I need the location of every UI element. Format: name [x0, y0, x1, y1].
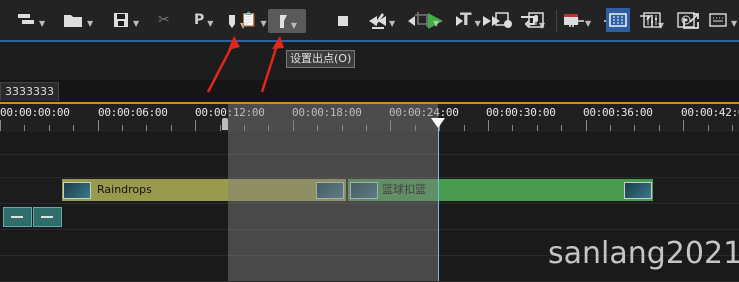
- ruler-tick: [49, 125, 50, 131]
- stop-icon: [338, 16, 348, 26]
- in-out-selection-range[interactable]: [228, 104, 438, 281]
- ruler-tick: [659, 125, 660, 131]
- chevron-down-icon[interactable]: ▼: [475, 19, 481, 28]
- ruler-tick: [732, 125, 733, 131]
- save-button[interactable]: ▼: [112, 9, 139, 31]
- clip-thumbnail: [624, 182, 652, 199]
- in-point-marker[interactable]: [222, 118, 228, 130]
- ruler-label: 00:00:30:00: [486, 106, 556, 119]
- ruler-tick: [488, 120, 489, 131]
- chevron-down-icon[interactable]: ▼: [133, 19, 139, 28]
- pen-button[interactable]: ▼: [370, 9, 395, 31]
- ruler-tick: [634, 125, 635, 131]
- mixer-icon: [643, 12, 661, 28]
- chevron-down-icon[interactable]: ▼: [87, 19, 93, 28]
- ruler-tick: [171, 125, 172, 131]
- effects-icon: [677, 12, 695, 28]
- divider: [556, 10, 557, 32]
- track-mode-icon: [18, 14, 34, 24]
- cut-button[interactable]: ✂: [158, 9, 170, 31]
- open-folder-button[interactable]: ▼: [62, 9, 93, 31]
- microphone-icon: [528, 12, 544, 28]
- ruler-tick: [537, 125, 538, 131]
- ruler-tick: [464, 125, 465, 131]
- keyboard-button[interactable]: ▼: [708, 9, 737, 31]
- chapter-icon: [564, 14, 578, 25]
- ruler-tick: [708, 125, 709, 131]
- ruler-label: 00:00:00:00: [0, 106, 70, 119]
- ruler-label: 00:00:06:00: [98, 106, 168, 119]
- keyboard-icon: [709, 13, 727, 27]
- ruler-tick: [561, 125, 562, 131]
- clip-label: Raindrops: [97, 183, 152, 196]
- save-icon: [114, 13, 128, 27]
- ruler-tick: [73, 125, 74, 131]
- audio-clip[interactable]: [33, 207, 62, 227]
- folder-icon: [64, 15, 82, 27]
- ruler-label: 00:00:42:00: [681, 106, 739, 119]
- chevron-down-icon[interactable]: ▼: [585, 19, 591, 28]
- ruler-tick: [98, 120, 99, 131]
- chapter-button[interactable]: ▼: [562, 9, 591, 31]
- chevron-down-icon[interactable]: ▼: [731, 19, 737, 28]
- ruler-tick: [610, 125, 611, 131]
- playhead-line[interactable]: [438, 118, 439, 281]
- snapshot-button[interactable]: [494, 9, 514, 31]
- chevron-down-icon[interactable]: ▼: [389, 19, 395, 28]
- ruler-tick: [24, 125, 25, 131]
- annotation-arrow: [206, 36, 284, 93]
- playhead-handle[interactable]: [431, 118, 445, 128]
- ruler-tick: [586, 120, 587, 131]
- snapshot-icon: [495, 12, 512, 28]
- ruler-tick: [195, 120, 196, 131]
- ruler-label: 00:00:36:00: [583, 106, 653, 119]
- ruler-tick: [512, 125, 513, 131]
- chevron-down-icon[interactable]: ▼: [39, 19, 45, 28]
- track-mode-button[interactable]: ▼: [16, 9, 45, 31]
- storyboard-icon: [609, 13, 627, 27]
- ruler-tick: [683, 120, 684, 131]
- audio-clip[interactable]: [3, 207, 32, 227]
- grid-view-button[interactable]: [606, 8, 630, 32]
- ruler-tick: [220, 125, 221, 131]
- sequence-tab-bar: [0, 80, 739, 102]
- watermark: sanlang2021: [548, 236, 739, 271]
- crop-button[interactable]: ▼: [414, 9, 439, 31]
- audio-mixer-button[interactable]: [642, 9, 662, 31]
- ruler-tick: [0, 120, 1, 131]
- clip-thumbnail: [63, 182, 91, 199]
- scissors-icon: ✂: [158, 12, 170, 28]
- crop-icon: [415, 12, 430, 27]
- ruler-tick: [146, 125, 147, 131]
- text-icon: T: [460, 10, 472, 30]
- edit-toolbar: [0, 42, 739, 80]
- effects-button[interactable]: [676, 9, 696, 31]
- voiceover-button[interactable]: [526, 9, 546, 31]
- stop-button[interactable]: [332, 9, 354, 33]
- sequence-tab[interactable]: 3333333: [0, 82, 59, 101]
- chevron-down-icon[interactable]: ▼: [433, 19, 439, 28]
- pen-icon: [372, 13, 384, 29]
- title-button[interactable]: T ▼: [460, 9, 481, 31]
- ruler-tick: [122, 125, 123, 131]
